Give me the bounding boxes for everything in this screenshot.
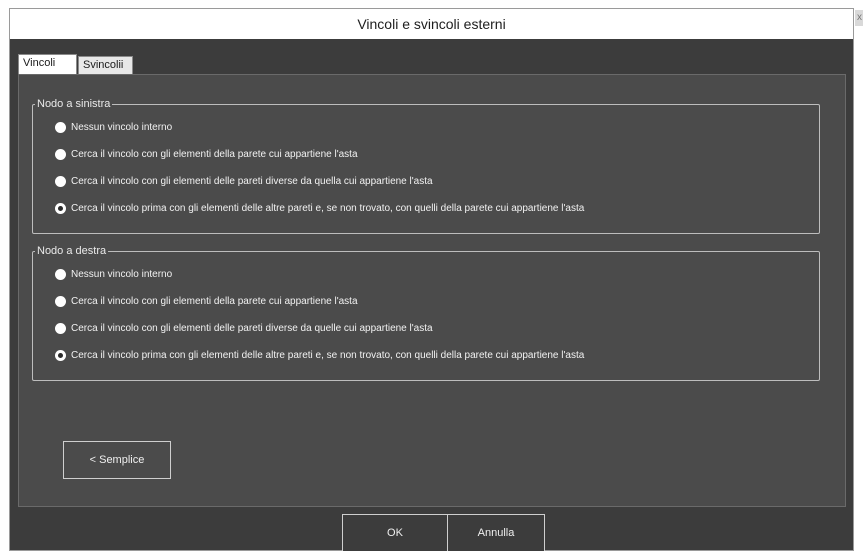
option-label: Cerca il vincolo con gli elementi della … xyxy=(71,148,358,160)
left-option-no-constraint[interactable]: Nessun vincolo interno xyxy=(55,119,172,135)
tab-svincolii-label: Svincolii xyxy=(83,59,124,71)
option-label: Cerca il vincolo con gli elementi delle … xyxy=(71,322,433,334)
radio-button[interactable] xyxy=(55,175,66,187)
close-icon[interactable]: x xyxy=(855,10,863,26)
option-label: Cerca il vincolo prima con gli elementi … xyxy=(71,202,585,214)
cancel-button[interactable]: Annulla xyxy=(447,514,545,551)
right-option-same-wall[interactable]: Cerca il vincolo con gli elementi della … xyxy=(55,293,358,309)
left-option-other-walls[interactable]: Cerca il vincolo con gli elementi delle … xyxy=(55,173,433,189)
simple-mode-button[interactable]: < Semplice xyxy=(63,441,171,479)
dialog-window: Vincoli e svincoli esterni Vincoli Svinc… xyxy=(9,8,854,551)
ok-button[interactable]: OK xyxy=(342,514,448,551)
groupbox-right-node: Nodo a destra Nessun vincolo interno Cer… xyxy=(32,244,820,381)
option-label: Nessun vincolo interno xyxy=(71,268,173,280)
option-label: Cerca il vincolo prima con gli elementi … xyxy=(71,349,585,361)
title-bar: Vincoli e svincoli esterni xyxy=(10,9,853,39)
groupbox-left-node: Nodo a sinistra Nessun vincolo interno C… xyxy=(32,97,820,234)
option-label: Cerca il vincolo con gli elementi delle … xyxy=(71,175,433,187)
right-node-legend: Nodo a destra xyxy=(35,244,109,258)
left-node-legend: Nodo a sinistra xyxy=(35,97,113,111)
radio-button-checked[interactable] xyxy=(55,202,66,214)
left-option-same-wall[interactable]: Cerca il vincolo con gli elementi della … xyxy=(55,146,358,162)
option-label: Cerca il vincolo con gli elementi della … xyxy=(71,295,358,307)
right-option-other-walls[interactable]: Cerca il vincolo con gli elementi delle … xyxy=(55,320,433,336)
tab-panel: Nodo a sinistra Nessun vincolo interno C… xyxy=(18,74,846,507)
radio-button[interactable] xyxy=(55,295,66,307)
tab-vincoli[interactable]: Vincoli xyxy=(18,54,77,74)
option-label: Nessun vincolo interno xyxy=(71,121,173,133)
tab-svincolii[interactable]: Svincolii xyxy=(78,56,133,74)
radio-button[interactable] xyxy=(55,322,66,334)
left-option-other-then-same[interactable]: Cerca il vincolo prima con gli elementi … xyxy=(55,200,584,216)
radio-button-checked[interactable] xyxy=(55,349,66,361)
window-title: Vincoli e svincoli esterni xyxy=(357,16,506,32)
radio-button[interactable] xyxy=(55,148,66,160)
tab-vincoli-label: Vincoli xyxy=(23,57,56,69)
radio-button[interactable] xyxy=(55,121,66,133)
radio-button[interactable] xyxy=(55,268,66,280)
right-option-other-then-same[interactable]: Cerca il vincolo prima con gli elementi … xyxy=(55,347,584,363)
right-option-no-constraint[interactable]: Nessun vincolo interno xyxy=(55,266,172,282)
